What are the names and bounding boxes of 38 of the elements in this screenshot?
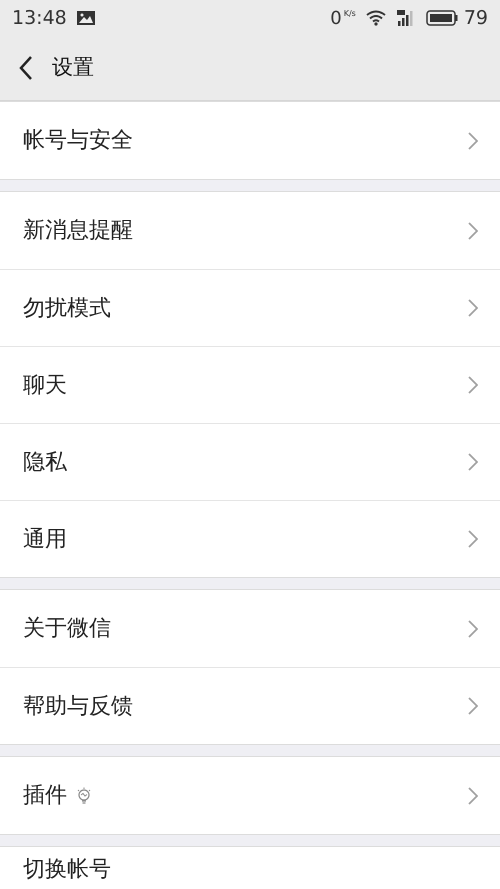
item-label: 帐号与安全 [23, 127, 133, 155]
lightbulb-icon [77, 786, 91, 804]
settings-item[interactable]: 切换帐号 [0, 847, 500, 889]
chevron-right-icon [468, 299, 478, 317]
network-speed: 0 [330, 6, 342, 30]
wifi-icon [366, 10, 386, 26]
chevron-right-icon [468, 620, 478, 638]
settings-item[interactable]: 勿扰模式 [0, 269, 500, 346]
settings-item[interactable]: 聊天 [0, 346, 500, 423]
settings-item[interactable]: 帮助与反馈 [0, 667, 500, 744]
settings-item[interactable]: 帐号与安全 [0, 102, 500, 179]
item-label: 聊天 [23, 372, 67, 400]
chevron-right-icon [468, 132, 478, 150]
chevron-right-icon [468, 222, 478, 240]
settings-item[interactable]: 通用 [0, 500, 500, 577]
chevron-right-icon [468, 530, 478, 548]
chevron-right-icon [468, 376, 478, 394]
page-title: 设置 [52, 54, 94, 82]
chevron-right-icon [468, 697, 478, 715]
status-time: 13:48 [12, 6, 67, 31]
chevron-right-icon [468, 453, 478, 471]
item-label: 新消息提醒 [23, 217, 133, 245]
item-label: 插件 [23, 782, 67, 810]
item-label: 勿扰模式 [23, 294, 111, 322]
image-icon [76, 11, 95, 25]
item-label: 关于微信 [23, 615, 111, 643]
settings-item[interactable]: 插件 [0, 757, 500, 834]
settings-item[interactable]: 新消息提醒 [0, 192, 500, 269]
back-icon [19, 55, 33, 81]
settings-item[interactable]: 隐私 [0, 423, 500, 500]
item-label: 通用 [23, 526, 67, 554]
chevron-right-icon [468, 786, 478, 804]
settings-item[interactable]: 关于微信 [0, 590, 500, 667]
item-label: 帮助与反馈 [23, 692, 133, 720]
battery-icon [426, 10, 458, 26]
item-label: 隐私 [23, 448, 67, 476]
battery-level: 79 [464, 6, 488, 31]
speed-unit: K/s [344, 8, 356, 20]
